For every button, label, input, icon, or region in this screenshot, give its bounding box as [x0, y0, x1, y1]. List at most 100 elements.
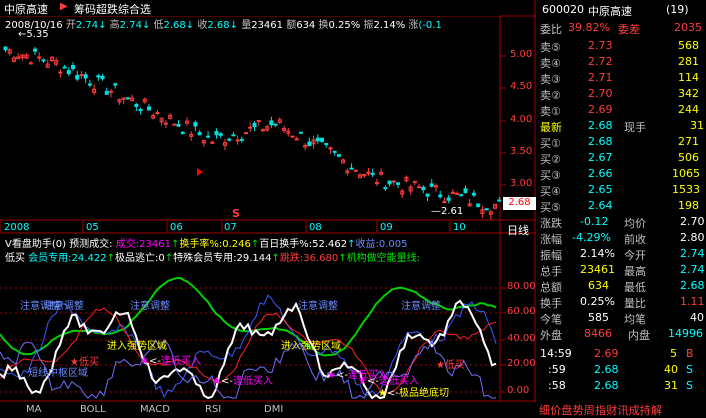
candle-body — [244, 132, 249, 135]
candle-body — [125, 97, 130, 100]
bid-row[interactable]: 买④ 2.65 1533 — [536, 182, 706, 198]
last-price-row: 最新 2.68 现手 31 — [536, 118, 706, 134]
candle-body — [239, 138, 244, 141]
tick-row: :58 2.68 31 S — [536, 378, 706, 394]
candle-body — [425, 193, 430, 197]
bid-vol: 271 — [678, 135, 699, 148]
outer-inner-row: 外盘 8466 内盘 14996 — [536, 326, 706, 342]
inner-label: 内盘 — [628, 329, 650, 342]
last-price: 2.68 — [588, 119, 613, 132]
chart-header: 中原高速 ▶ 筹码超跌综合选 — [0, 0, 500, 16]
annotation-bottom: ★<-极品绝底切 — [378, 388, 449, 399]
annotation-strong: 进入强势区域 — [107, 341, 167, 352]
ask-row[interactable]: 卖④ 2.72 281 — [536, 54, 706, 70]
candle-body — [3, 46, 8, 51]
indicator-member: 24.422 — [71, 253, 107, 264]
indicator-axis-label: 40.00 — [507, 333, 536, 344]
candle-body — [71, 65, 76, 70]
stat-label: 今笔 — [540, 313, 562, 326]
bid-row[interactable]: 买① 2.68 271 — [536, 134, 706, 150]
ask-vol: 281 — [678, 55, 699, 68]
period-label[interactable]: 日线 — [507, 222, 529, 238]
stock-name-title: 中原高速 — [4, 3, 48, 16]
high-marker-label: ←5.35 — [18, 29, 49, 40]
ohlc-turn-label: 换 — [318, 20, 329, 31]
candle-body — [497, 199, 502, 202]
stat-value: 2.14% — [580, 247, 615, 260]
candle-body — [75, 74, 80, 80]
stat-value: -4.29% — [572, 231, 611, 244]
tab-ma[interactable]: MA — [26, 404, 41, 415]
tick-price: 2.68 — [594, 363, 619, 376]
annotation-bottom-text: 极品绝底切 — [398, 388, 449, 399]
candle-body — [218, 133, 223, 136]
candle-body — [417, 186, 422, 189]
stat-label: 总手 — [540, 265, 562, 278]
tool-title[interactable]: 筹码超跌综合选 — [74, 1, 151, 17]
tick-vol: 31 — [664, 379, 678, 392]
candle-body — [484, 208, 489, 211]
ask-row[interactable]: 卖① 2.69 244 — [536, 102, 706, 118]
tab-rsi[interactable]: RSI — [205, 404, 221, 415]
indicator-special-label: 特殊会员专用: — [173, 253, 237, 264]
candle-body — [290, 135, 295, 138]
low-marker-value: 2.61 — [441, 206, 464, 217]
bid-row[interactable]: 买③ 2.66 1065 — [536, 166, 706, 182]
bid-price: 2.68 — [588, 135, 613, 148]
ratio-value: 39.82% — [568, 21, 610, 34]
ask-row[interactable]: 卖③ 2.71 114 — [536, 70, 706, 86]
annotation-lowbuy-text: 低买 — [78, 357, 99, 368]
stat-label: 均价 — [624, 217, 646, 230]
date-axis-label: 07 — [224, 222, 237, 233]
stat-value: -0.12 — [580, 215, 609, 228]
bid-row[interactable]: 买② 2.67 506 — [536, 150, 706, 166]
quote-panel: 600020 中原高速 (19) 委比 39.82% 委差 2035 卖⑤ 2.… — [536, 0, 706, 418]
ratio-label: 委比 — [540, 23, 562, 36]
quote-name: 中原高速 — [588, 5, 632, 18]
candle-body — [463, 188, 468, 194]
stat-value: 2.68 — [680, 279, 705, 292]
bid-vol: 198 — [678, 199, 699, 212]
kline-chart[interactable] — [0, 0, 536, 402]
candle-body — [138, 109, 143, 112]
candle-body — [429, 183, 434, 187]
candle-body — [459, 194, 464, 197]
low-marker-label: —2.61 — [431, 206, 464, 217]
date-axis-label: 10 — [453, 222, 466, 233]
tab-boll[interactable]: BOLL — [80, 404, 106, 415]
quote-footer-tabs[interactable]: 细价盘势周指财讯成持解 — [537, 400, 706, 418]
ask-price: 2.71 — [588, 71, 613, 84]
candle-body — [256, 120, 261, 123]
stat-label: 涨跌 — [540, 217, 562, 230]
bid-price: 2.66 — [588, 167, 613, 180]
bid-row[interactable]: 买⑤ 2.64 198 — [536, 198, 706, 214]
tab-dmi[interactable]: DMI — [264, 404, 283, 415]
ohlc-amt-label: 额 — [286, 20, 297, 31]
ask-row[interactable]: 卖⑤ 2.73 568 — [536, 38, 706, 54]
annotation-buylow-text: 逢低买入 — [160, 356, 201, 367]
hand-label: 现手 — [624, 121, 646, 134]
bid-price: 2.67 — [588, 151, 613, 164]
bid-price: 2.64 — [588, 199, 613, 212]
candle-body — [227, 138, 232, 141]
tab-macd[interactable]: MACD — [140, 404, 170, 415]
indicator-tab-bar: MA BOLL MACD RSI DMI — [0, 402, 535, 418]
indicator-member-label: 会员专用: — [28, 253, 72, 264]
candle-body — [231, 134, 236, 137]
candle-body — [336, 154, 341, 157]
indicator-axis-label: 80.00 — [507, 281, 536, 292]
tool-arrow-icon[interactable]: ▶ — [60, 1, 68, 12]
candle-body — [146, 106, 151, 111]
bid-price: 2.65 — [588, 183, 613, 196]
ask-vol: 568 — [678, 39, 699, 52]
footer-tabs-text[interactable]: 细价盘势周指财讯成持解 — [539, 402, 662, 418]
stat-value: 2.74 — [680, 263, 705, 276]
bid-vol: 1533 — [672, 183, 700, 196]
ask-row[interactable]: 卖② 2.70 342 — [536, 86, 706, 102]
bid-label: 买① — [540, 137, 561, 150]
stat-row: 今笔 585 均笔 40 — [536, 310, 706, 326]
candle-body — [113, 83, 118, 86]
ohlc-high-label: 高 — [109, 20, 120, 31]
ohlc-chg-label: 涨 — [408, 20, 419, 31]
ask-label: 卖⑤ — [540, 41, 561, 54]
